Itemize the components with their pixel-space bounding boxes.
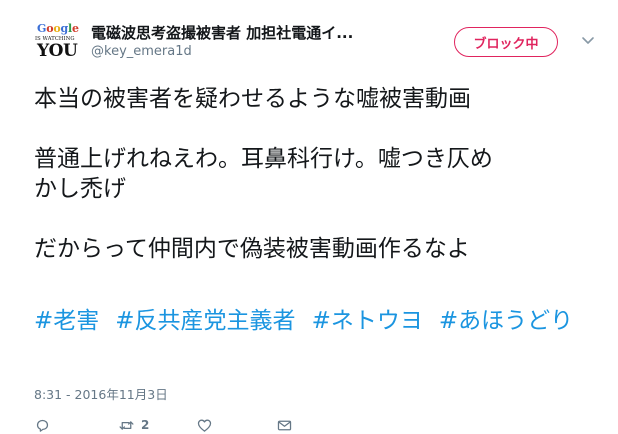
avatar-you-text: YOU xyxy=(37,41,78,61)
like-button[interactable] xyxy=(196,415,213,434)
hashtag-link[interactable]: #ネトウヨ xyxy=(312,308,423,334)
avatar-google-logo: Google xyxy=(37,22,79,35)
avatar[interactable]: Google IS WATCHING YOU xyxy=(34,18,80,64)
hashtag-link[interactable]: #あほうどり xyxy=(439,308,573,334)
tweet-line: だからって仲間内で偽装被害動画作るなよ xyxy=(34,236,470,262)
hashtag-list: #老害 #反共産党主義者 #ネトウヨ #あほうどり xyxy=(34,306,594,336)
tweet-timestamp[interactable]: 8:31 - 2016年11月3日 xyxy=(34,384,168,403)
display-name[interactable]: 電磁波思考盗撮被害者 加担社電通イ... xyxy=(91,22,353,43)
hashtag-link[interactable]: #反共産党主義者 xyxy=(115,308,295,334)
heart-icon xyxy=(197,419,212,432)
hashtag-link[interactable]: #老害 xyxy=(34,308,99,334)
retweet-button[interactable]: 2 xyxy=(118,415,149,434)
chevron-down-icon[interactable] xyxy=(580,32,596,48)
retweet-count: 2 xyxy=(141,418,150,432)
tweet-header: Google IS WATCHING YOU 電磁波思考盗撮被害者 加担社電通イ… xyxy=(34,18,604,64)
tweet-actions: 2 xyxy=(34,415,334,434)
tweet-line: 普通上げれねえわ。耳鼻科行け。嘘つき仄め xyxy=(34,146,493,172)
reply-icon xyxy=(36,419,49,432)
tweet-line: かし禿げ xyxy=(34,176,126,202)
tweet-line: 本当の被害者を疑わせるような嘘被害動画 xyxy=(34,86,471,112)
blocked-button[interactable]: ブロック中 xyxy=(454,27,558,57)
user-handle[interactable]: @key_emera1d xyxy=(91,44,192,59)
direct-message-button[interactable] xyxy=(276,415,293,434)
envelope-icon xyxy=(277,420,292,430)
tweet-text: 本当の被害者を疑わせるような嘘被害動画 普通上げれねえわ。耳鼻科行け。嘘つき仄め… xyxy=(34,84,594,264)
reply-button[interactable] xyxy=(34,415,51,434)
retweet-icon xyxy=(119,420,134,430)
